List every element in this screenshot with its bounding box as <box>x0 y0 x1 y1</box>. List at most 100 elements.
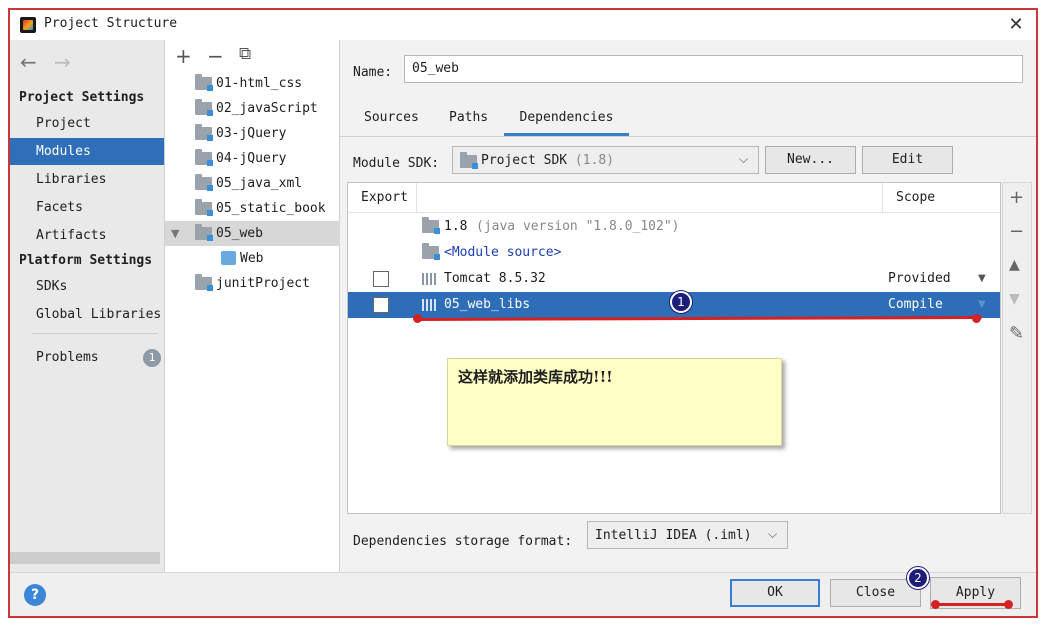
table-row[interactable]: 1.8 (java version "1.8.0_102") <box>348 214 1000 240</box>
sidebar-item-libraries[interactable]: Libraries <box>10 166 164 193</box>
ok-button[interactable]: OK <box>730 579 820 607</box>
sidebar-item-facets[interactable]: Facets <box>10 194 164 221</box>
table-header: Export Scope <box>348 183 1000 213</box>
module-folder-icon <box>195 199 213 216</box>
tree-item-04-jquery[interactable]: 04-jQuery <box>165 146 340 171</box>
add-module-icon[interactable]: + <box>175 44 192 68</box>
sidebar-item-label: Facets <box>36 200 83 215</box>
tree-item-05-web[interactable]: ▼ 05_web <box>165 221 340 246</box>
module-sdk-label: Module SDK: <box>353 156 440 171</box>
sidebar-item-label: SDKs <box>36 279 68 294</box>
chevron-down-icon[interactable]: ▼ <box>171 221 179 246</box>
move-up-icon[interactable]: ▲ <box>1009 257 1020 273</box>
module-folder-icon <box>195 274 213 291</box>
sidebar-item-label: Global Libraries <box>36 307 162 322</box>
name-label: Name: <box>353 65 393 80</box>
edit-sdk-button[interactable]: Edit <box>862 146 953 174</box>
module-folder-icon <box>195 74 213 91</box>
sidebar-item-label: Artifacts <box>36 228 107 243</box>
storage-format-select[interactable]: IntelliJ IDEA (.iml) ⌵ <box>587 521 788 549</box>
remove-module-icon[interactable]: − <box>207 44 224 68</box>
sidebar-divider <box>32 333 158 334</box>
module-folder-icon <box>195 99 213 116</box>
tree-item-label: junitProject <box>216 276 310 291</box>
help-icon[interactable]: ? <box>24 584 46 606</box>
export-checkbox[interactable] <box>373 297 389 313</box>
move-down-icon[interactable]: ▼ <box>1009 291 1020 307</box>
tree-item-label: 01-html_css <box>216 76 303 91</box>
export-column-header[interactable]: Export <box>361 190 408 205</box>
jdk-folder-icon <box>422 217 440 234</box>
tree-item-05-static-book[interactable]: 05_static_book <box>165 196 340 221</box>
library-icon <box>422 299 438 311</box>
annotation-note: 这样就添加类库成功!!! <box>447 358 782 446</box>
web-facet-icon <box>221 251 236 265</box>
scope-column-header[interactable]: Scope <box>896 190 935 205</box>
scope-value[interactable]: Compile <box>888 292 943 318</box>
tree-item-05-java-xml[interactable]: 05_java_xml <box>165 171 340 196</box>
library-icon <box>422 273 438 285</box>
export-checkbox[interactable] <box>373 271 389 287</box>
scope-dropdown-icon[interactable]: ▼ <box>978 266 986 292</box>
column-divider <box>882 183 883 213</box>
sidebar-item-global-libraries[interactable]: Global Libraries <box>10 301 164 328</box>
platform-settings-heading: Platform Settings <box>19 253 153 268</box>
tree-item-label: 05_static_book <box>216 201 326 216</box>
title-bar: Project Structure ✕ <box>10 10 1036 40</box>
chevron-down-icon: ⌵ <box>739 152 749 166</box>
project-settings-heading: Project Settings <box>19 90 145 105</box>
sidebar-item-label: Modules <box>36 144 91 159</box>
dialog-footer: ? OK Close Apply <box>10 572 1036 616</box>
problems-count-badge: 1 <box>143 349 161 367</box>
tree-item-03-jquery[interactable]: 03-jQuery <box>165 121 340 146</box>
module-folder-icon <box>195 224 213 241</box>
sidebar-item-problems[interactable]: Problems <box>10 344 164 371</box>
remove-dependency-icon[interactable]: − <box>1009 221 1024 242</box>
project-structure-dialog: Project Structure ✕ ← → Project Settings… <box>8 8 1038 618</box>
tree-item-label: Web <box>240 251 264 266</box>
dependency-name: 1.8 <box>444 219 468 234</box>
annotation-underline-apply <box>935 603 1010 606</box>
tree-item-02-javascript[interactable]: 02_javaScript <box>165 96 340 121</box>
sidebar-item-label: Project <box>36 116 91 131</box>
annotation-marker-1: 1 <box>670 291 692 313</box>
dependency-detail: (java version "1.8.0_102") <box>476 219 680 234</box>
tree-item-junitproject[interactable]: junitProject <box>165 271 340 296</box>
tab-paths[interactable]: Paths <box>449 110 488 136</box>
tree-item-label: 05_java_xml <box>216 176 303 191</box>
annotation-marker-2: 2 <box>907 567 929 589</box>
back-arrow-icon[interactable]: ← <box>20 50 37 74</box>
dependency-name: 05_web_libs <box>444 297 531 312</box>
annotation-dot <box>1004 600 1013 609</box>
scope-value[interactable]: Provided <box>888 266 951 292</box>
copy-module-icon[interactable]: ⧉ <box>239 44 251 64</box>
tree-item-web-facet[interactable]: Web <box>165 246 340 271</box>
tab-divider <box>340 136 1036 137</box>
sdk-folder-icon <box>460 152 478 169</box>
sidebar-scrollbar[interactable] <box>10 552 160 564</box>
module-tree: + − ⧉ 01-html_css 02_javaScript 03-jQuer… <box>164 40 340 572</box>
annotation-dot <box>413 314 422 323</box>
source-folder-icon <box>422 243 440 260</box>
sidebar-item-artifacts[interactable]: Artifacts <box>10 222 164 249</box>
storage-format-value: IntelliJ IDEA (.iml) <box>595 528 752 543</box>
sidebar-item-modules[interactable]: Modules <box>10 138 164 165</box>
module-sdk-select[interactable]: Project SDK (1.8) ⌵ <box>452 146 759 174</box>
new-sdk-button[interactable]: New... <box>765 146 856 174</box>
sidebar-item-sdks[interactable]: SDKs <box>10 273 164 300</box>
tab-sources[interactable]: Sources <box>364 110 419 136</box>
table-row[interactable]: Tomcat 8.5.32 Provided ▼ <box>348 266 1000 292</box>
close-icon[interactable]: ✕ <box>1004 13 1028 37</box>
module-folder-icon <box>195 124 213 141</box>
tree-item-01-html-css[interactable]: 01-html_css <box>165 71 340 96</box>
sidebar-item-project[interactable]: Project <box>10 110 164 137</box>
edit-dependency-icon[interactable]: ✎ <box>1009 323 1024 344</box>
tree-item-label: 02_javaScript <box>216 101 318 116</box>
forward-arrow-icon[interactable]: → <box>54 50 71 74</box>
add-dependency-icon[interactable]: + <box>1009 187 1024 208</box>
sidebar-item-label: Problems <box>36 350 99 365</box>
tab-dependencies[interactable]: Dependencies <box>504 110 629 136</box>
table-row[interactable]: <Module source> <box>348 240 1000 266</box>
module-name-input[interactable]: 05_web <box>404 55 1023 83</box>
annotation-dot <box>931 600 940 609</box>
